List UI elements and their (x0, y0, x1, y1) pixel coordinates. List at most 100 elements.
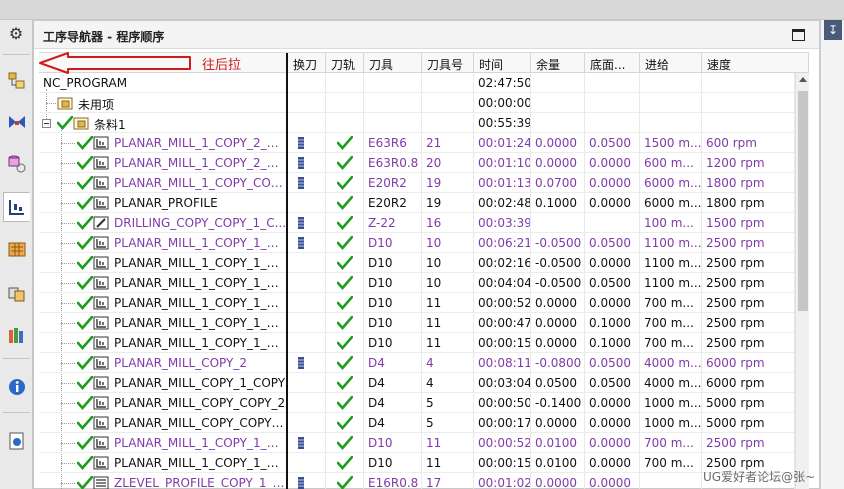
right-dock-bar: ↧ (820, 20, 844, 489)
stock-cell: 0.0000 (531, 153, 585, 173)
operation-name: PLANAR_MILL_1_COPY_1_C... (114, 236, 286, 250)
scroll-up-arrow[interactable] (799, 77, 807, 82)
machine-tool-navigator-button[interactable] (3, 234, 30, 264)
planar-mill-operation-icon (93, 236, 109, 250)
assembly-navigator-button[interactable] (3, 66, 30, 96)
table-row[interactable]: PLANAR_MILL_COPY_2 D4 4 00:08:11 -0.0800 0.05… (39, 353, 795, 373)
floor-cell: 0.0000 (585, 173, 640, 193)
table-row[interactable]: 未用项 00:00:00 (39, 93, 795, 113)
tool-path-status-icon (337, 136, 353, 150)
table-row[interactable]: PLANAR_MILL_1_COPY_1_C... D10 10 00:06:21 -0… (39, 233, 795, 253)
collapse-toggle-icon[interactable] (42, 119, 51, 128)
stock-cell: 0.0000 (531, 413, 585, 433)
reuse-library-button[interactable] (3, 278, 30, 308)
feed-cell (640, 73, 702, 93)
table-row[interactable]: PLANAR_MILL_1_COPY_COP... E20R2 19 00:01:13… (39, 173, 795, 193)
table-row[interactable]: PLANAR_PROFILE E20R2 19 00:02:48 0.1000 0.000… (39, 193, 795, 213)
pin-icon[interactable]: ↧ (824, 20, 842, 40)
tool-path-cell (326, 213, 364, 233)
palette-library-button[interactable] (3, 320, 30, 350)
header-6[interactable]: 余量 (531, 53, 585, 73)
resource-bar-divider (3, 358, 30, 359)
tool-no-cell (422, 113, 474, 133)
stock-cell: -0.0800 (531, 353, 585, 373)
constraint-navigator-icon (9, 116, 25, 128)
tool-no-cell: 11 (422, 293, 474, 313)
constraint-navigator-button[interactable] (3, 108, 30, 138)
header-7[interactable]: 底面... (585, 53, 640, 73)
feed-cell: 1100 m... (640, 253, 702, 273)
complete-check-icon (77, 316, 93, 330)
table-row[interactable]: PLANAR_MILL_1_COPY_1_C... D10 11 00:00:52 0.… (39, 293, 795, 313)
operation-navigator-button[interactable] (3, 192, 30, 222)
header-8[interactable]: 进给 (640, 53, 702, 73)
info-button[interactable] (3, 372, 30, 402)
time-cell: 00:01:24 (474, 133, 531, 153)
time-cell: 00:00:52 (474, 293, 531, 313)
name-cell: PLANAR_PROFILE (39, 193, 288, 213)
tool-cell: D10 (364, 313, 422, 333)
table-row[interactable]: 条料1 00:55:39 (39, 113, 795, 133)
table-row[interactable]: PLANAR_MILL_1_COPY_2_C... E63R0.8 20 00:01:… (39, 153, 795, 173)
operation-name: PLANAR_MILL_1_COPY_1_C... (114, 276, 286, 290)
scroll-thumb[interactable] (798, 91, 808, 311)
speed-cell: 5000 rpm (702, 393, 795, 413)
table-row[interactable]: PLANAR_MILL_1_COPY_1_C... D10 11 00:00:47 0.… (39, 313, 795, 333)
feed-cell: 1000 m... (640, 413, 702, 433)
gear-icon[interactable]: ⚙ (6, 24, 26, 44)
stock-cell: 0.0700 (531, 173, 585, 193)
table-row[interactable]: PLANAR_MILL_1_COPY_1_C... D10 10 00:04:04 -0… (39, 273, 795, 293)
stock-cell: -0.0500 (531, 233, 585, 253)
time-cell: 00:00:50 (474, 393, 531, 413)
tool-change-cell (288, 113, 326, 133)
header-9[interactable]: 速度 (702, 53, 809, 73)
table-row[interactable]: PLANAR_MILL_1_COPY_1_C... D10 11 00:00:52 0.… (39, 433, 795, 453)
speed-cell: 2500 rpm (702, 233, 795, 253)
table-row[interactable]: PLANAR_MILL_1_COPY_2_C... E63R6 21 00:01:24… (39, 133, 795, 153)
reuse-library-icon (8, 287, 25, 302)
history-button[interactable] (3, 426, 30, 456)
stock-cell: 0.0000 (531, 473, 585, 489)
name-cell: PLANAR_MILL_1_COPY_1_C... (39, 433, 288, 453)
tool-no-cell: 5 (422, 393, 474, 413)
header-1[interactable]: 换刀 (288, 53, 326, 73)
floor-cell (585, 93, 640, 113)
part-navigator-button[interactable] (3, 148, 30, 178)
table-row[interactable]: PLANAR_MILL_COPY_COPY_2 D4 5 00:00:50 -0.140… (39, 393, 795, 413)
table-row[interactable]: PLANAR_MILL_1_COPY_1_C... D10 11 00:00:15 0.… (39, 333, 795, 353)
table-row[interactable]: PLANAR_MILL_COPY_COPY_... D4 5 00:00:17 0.00… (39, 413, 795, 433)
tool-change-cell (288, 473, 326, 489)
tool-path-status-icon (337, 416, 353, 430)
tool-cell: E20R2 (364, 173, 422, 193)
tool-path-status-icon (337, 336, 353, 350)
tool-change-icon (298, 177, 304, 189)
table-row[interactable]: PLANAR_MILL_1_COPY_1_C... D10 10 00:02:16 -0… (39, 253, 795, 273)
planar-mill-operation-icon (93, 256, 109, 270)
table-row[interactable]: PLANAR_MILL_COPY_1_COPY D4 4 00:03:04 0.0500… (39, 373, 795, 393)
tool-path-status-icon (337, 196, 353, 210)
table-row[interactable]: NC_PROGRAM 02:47:50 (39, 73, 795, 93)
floor-cell: 0.0000 (585, 293, 640, 313)
speed-cell: 1800 rpm (702, 173, 795, 193)
floor-cell: 0.0000 (585, 473, 640, 489)
name-cell: ZLEVEL_PROFILE_COPY_1_C... (39, 473, 288, 489)
table-row[interactable]: PLANAR_MILL_1_COPY_1_C... D10 11 00:00:15 0.… (39, 453, 795, 473)
vertical-scrollbar[interactable] (795, 73, 809, 489)
header-5[interactable]: 时间 (474, 53, 531, 73)
tool-path-status-icon (337, 296, 353, 310)
table-row[interactable]: ZLEVEL_PROFILE_COPY_1_C... E16R0.8 17 00:01… (39, 473, 795, 489)
header-2[interactable]: 刀轨 (326, 53, 364, 73)
complete-check-icon (77, 176, 93, 190)
name-cell: 未用项 (39, 93, 288, 113)
tool-path-status-icon (337, 376, 353, 390)
header-3[interactable]: 刀具 (364, 53, 422, 73)
tool-path-cell (326, 373, 364, 393)
speed-cell: 2500 rpm (702, 253, 795, 273)
operation-name: PLANAR_PROFILE (114, 196, 218, 210)
tool-change-cell (288, 353, 326, 373)
table-row[interactable]: DRILLING_COPY_COPY_1_C... Z-22 16 00:03:39 1… (39, 213, 795, 233)
stock-cell: 0.0000 (531, 133, 585, 153)
header-4[interactable]: 刀具号 (422, 53, 474, 73)
tool-path-cell (326, 153, 364, 173)
maximize-icon[interactable] (792, 29, 805, 41)
